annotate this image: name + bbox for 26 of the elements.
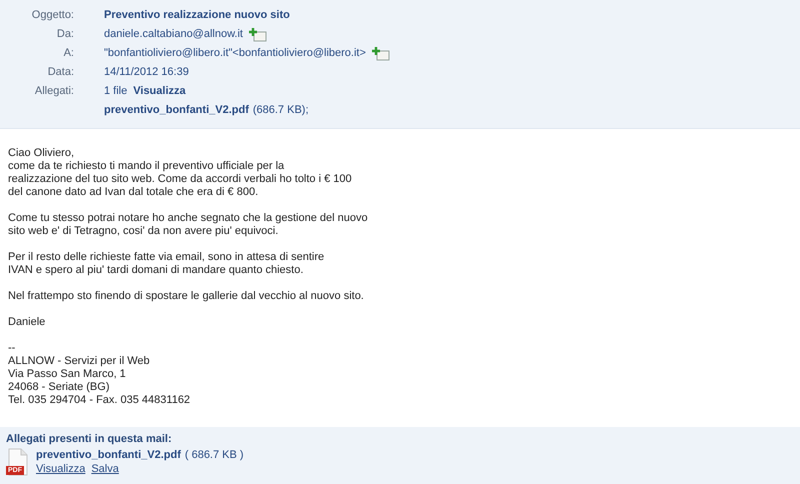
- attachment-action-link[interactable]: Salva: [91, 462, 119, 476]
- date-text: 14/11/2012 16:39: [104, 65, 190, 80]
- field-label: Da:: [56, 27, 74, 42]
- add-contact-icon[interactable]: [248, 28, 267, 42]
- message-paragraph: Per il resto delle richieste fatte via email, sono in attesa di sentire IVAN e spero al piu' tardi domani di mandare quanto chiesto.: [8, 251, 326, 277]
- field-label: Data:: [46, 65, 74, 80]
- email-signature: -- ALLNOW - Servizi per il Web Via Passo San Marco, 1 24068 - Seriate (BG) Tel. 035 294704 - Fax. 035 44831162: [8, 342, 192, 407]
- attachments-title: Allegati presenti in questa mail:: [6, 433, 173, 445]
- message-paragraph: Come tu stesso potrai notare ho anche segnato che la gestione del nuovo sito web e' di Tetragno, cosi' da non avere piu' equivoci.: [8, 212, 369, 238]
- field-label: Allegati:: [34, 84, 74, 99]
- email-address: daniele.caltabiano@allnow.it: [104, 27, 243, 42]
- subject-text: Preventivo realizzazione nuovo sito: [104, 8, 291, 23]
- file-size: (686.7 KB);: [252, 103, 308, 118]
- message-paragraph: Ciao Oliviero, come da te richiesto ti mando il preventivo ufficiale per la realizzazione del tuo sito web. Come da accordi verbali ho tolto i € 100 del canone dato ad Ivan dal totale che era di € 800.: [8, 147, 353, 199]
- attachment-link[interactable]: preventivo_bonfanti_V2.pdf: [104, 101, 249, 120]
- message-paragraph: Daniele: [8, 316, 46, 329]
- field-label: Oggetto:: [30, 8, 74, 23]
- view-link[interactable]: Visualizza: [133, 82, 186, 101]
- attachment-action-link[interactable]: Visualizza: [36, 462, 86, 476]
- file-size: ( 686.7 KB ): [184, 448, 244, 462]
- message-paragraph: Nel frattempo sto finendo di spostare le gallerie dal vecchio al nuovo sito.: [8, 290, 365, 303]
- attachment-link[interactable]: preventivo_bonfanti_V2.pdf: [36, 448, 181, 462]
- add-contact-icon[interactable]: [372, 46, 390, 60]
- field-label: A:: [62, 46, 74, 61]
- email-address: "bonfantioliviero@libero.it"<bonfantioliviero@libero.it>: [104, 46, 366, 61]
- file-count: 1 file: [104, 84, 128, 99]
